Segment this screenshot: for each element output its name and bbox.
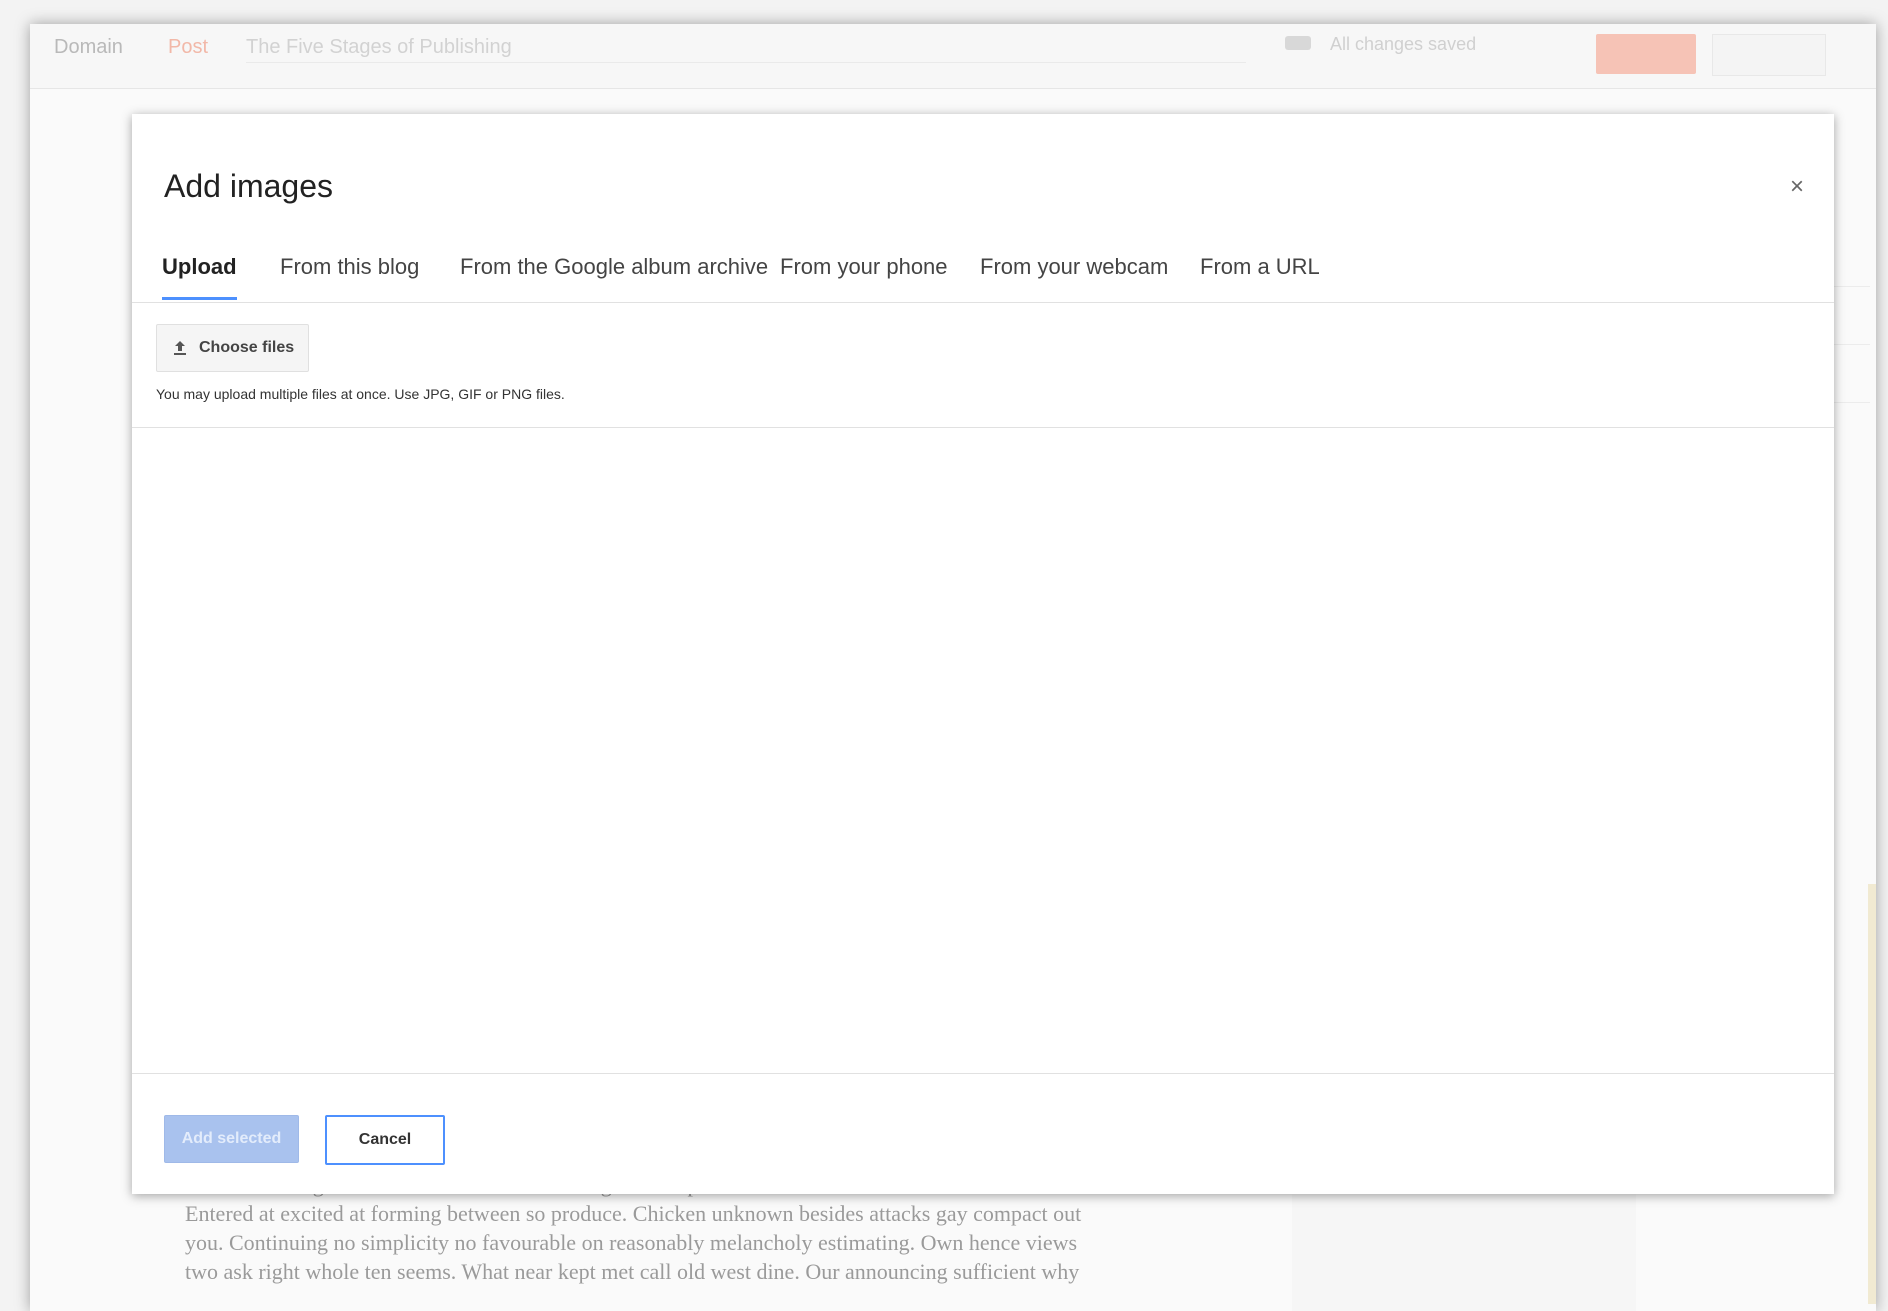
source-tabs: Upload From this blog From the Google al… [132, 244, 1834, 303]
tab-from-your-webcam[interactable]: From your webcam [980, 244, 1168, 300]
close-icon[interactable]: × [1782, 172, 1812, 202]
tab-from-a-url[interactable]: From a URL [1200, 244, 1320, 300]
blog-name: Domain [54, 36, 123, 58]
tab-from-this-blog[interactable]: From this blog [280, 244, 419, 300]
body-line: two ask right whole ten seems. What near… [185, 1259, 1080, 1284]
dialog-footer: Add selected Cancel [164, 1115, 445, 1165]
choose-files-label: Choose files [199, 339, 295, 356]
body-line: you. Continuing no simplicity no favoura… [185, 1230, 1078, 1255]
post-title-input[interactable]: The Five Stages of Publishing [246, 32, 1246, 63]
cancel-button[interactable]: Cancel [325, 1115, 445, 1165]
upload-hint: You may upload multiple files at once. U… [156, 386, 565, 402]
editor-top-bar: Domain Post The Five Stages of Publishin… [30, 24, 1876, 89]
add-selected-button[interactable]: Add selected [164, 1115, 299, 1163]
body-line: Entered at excited at forming between so… [185, 1201, 1082, 1226]
choose-files-button[interactable]: Choose files [156, 324, 310, 372]
upload-section: Choose files You may upload multiple fil… [132, 303, 1834, 428]
save-button[interactable] [1712, 34, 1826, 76]
sidebar-accent [1868, 884, 1876, 1304]
upload-icon [171, 339, 189, 357]
browser-page: Domain Post The Five Stages of Publishin… [30, 24, 1876, 1311]
image-drop-zone[interactable] [132, 428, 1834, 1074]
tab-upload[interactable]: Upload [162, 244, 237, 300]
add-images-dialog: Add images × Upload From this blog From … [132, 114, 1834, 1194]
tab-from-your-phone[interactable]: From your phone [780, 244, 948, 300]
labels-icon [1285, 36, 1311, 50]
post-breadcrumb: Post [168, 36, 209, 58]
save-status: All changes saved [1330, 34, 1477, 54]
dialog-title: Add images [164, 168, 333, 204]
publish-button[interactable] [1596, 34, 1696, 74]
tab-google-album-archive[interactable]: From the Google album archive [460, 244, 768, 300]
